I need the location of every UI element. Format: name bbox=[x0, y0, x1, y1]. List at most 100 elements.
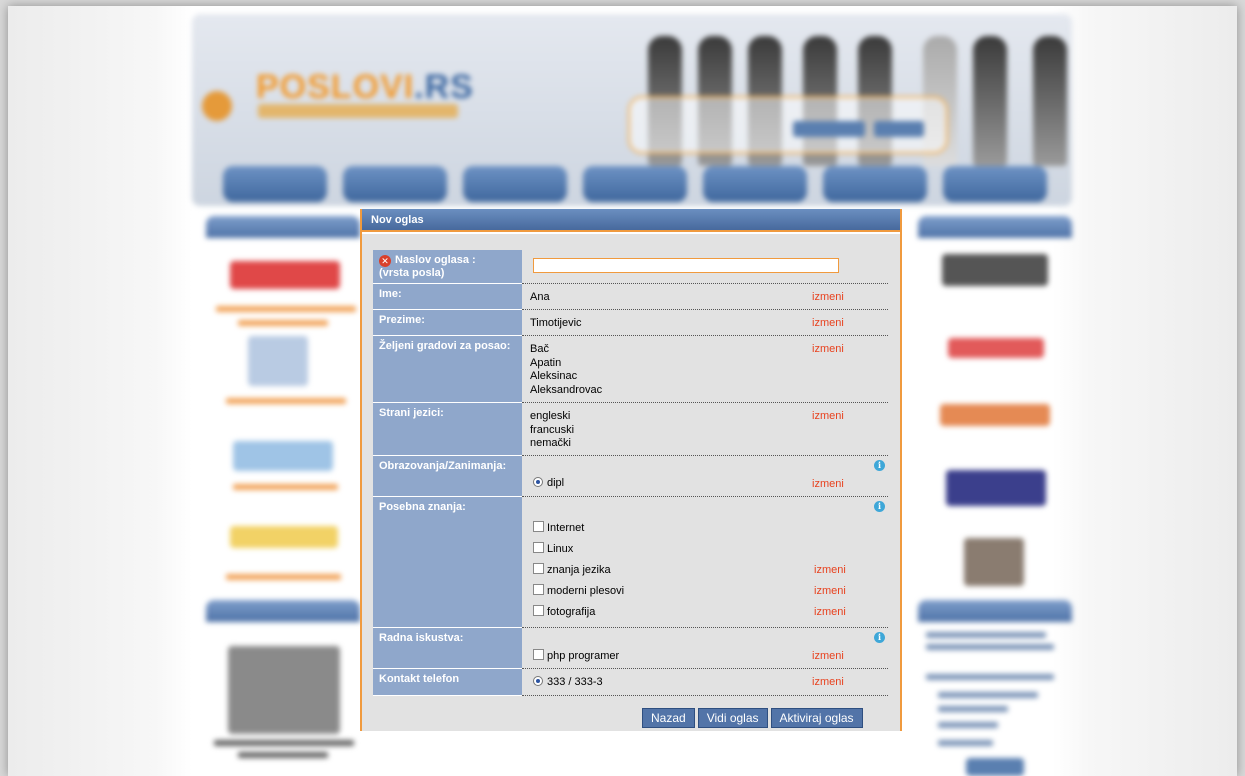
ad-caption bbox=[216, 306, 356, 312]
right-column-title-bar bbox=[918, 600, 1072, 622]
site-logo[interactable]: POSLOVI.RS bbox=[256, 68, 474, 107]
form-row-languages: Strani jezici: engleski francuski nemačk… bbox=[373, 403, 888, 456]
ad-caption bbox=[238, 320, 328, 326]
news-caption bbox=[214, 740, 354, 746]
edit-first-name-link[interactable]: izmeni bbox=[812, 291, 844, 303]
form-label-languages: Strani jezici: bbox=[373, 403, 522, 456]
header-person-figure bbox=[1033, 36, 1067, 166]
form-value-phone: 333 / 333-3 izmeni bbox=[522, 669, 888, 696]
company-logo[interactable] bbox=[948, 338, 1044, 358]
company-logo[interactable] bbox=[946, 470, 1046, 506]
checkbox[interactable] bbox=[533, 542, 544, 553]
ad-banner[interactable] bbox=[230, 526, 338, 548]
ad-form-table: ✕ Naslov oglasa : (vrsta posla) Ime: Ana … bbox=[373, 250, 888, 696]
edit-skill-link[interactable]: izmeni bbox=[814, 585, 846, 597]
first-name-value: Ana bbox=[530, 291, 550, 303]
radio-selected[interactable] bbox=[533, 477, 543, 487]
ad-caption bbox=[233, 484, 338, 490]
form-value-languages: engleski francuski nemački izmeni bbox=[522, 403, 888, 456]
education-option[interactable]: dipl bbox=[533, 477, 564, 489]
login-button[interactable] bbox=[793, 121, 865, 137]
skill-checkbox-item[interactable]: Linux bbox=[533, 542, 573, 555]
checkbox[interactable] bbox=[533, 521, 544, 532]
company-logo[interactable] bbox=[964, 538, 1024, 586]
form-label-first-name: Ime: bbox=[373, 284, 522, 310]
form-value-education: i dipl izmeni bbox=[522, 456, 888, 497]
nav-button[interactable] bbox=[823, 166, 927, 202]
error-x-icon: ✕ bbox=[379, 255, 391, 267]
checkbox[interactable] bbox=[533, 563, 544, 574]
nav-button[interactable] bbox=[223, 166, 327, 202]
edit-last-name-link[interactable]: izmeni bbox=[812, 317, 844, 329]
sidebar-link[interactable] bbox=[926, 674, 1054, 680]
logo-main-text: POSLOVI bbox=[256, 68, 415, 106]
phone-option[interactable]: 333 / 333-3 bbox=[533, 676, 603, 688]
skill-checkbox-item[interactable]: znanja jezika bbox=[533, 563, 611, 576]
form-value-title bbox=[522, 250, 888, 284]
form-label-work-experience: Radna iskustva: bbox=[373, 628, 522, 669]
form-row-cities: Željeni gradovi za posao: Bač Apatin Ale… bbox=[373, 336, 888, 403]
city-item: Apatin bbox=[530, 356, 562, 369]
form-row-first-name: Ime: Ana izmeni bbox=[373, 284, 888, 310]
form-actions: Nazad Vidi oglas Aktiviraj oglas bbox=[642, 708, 863, 728]
edit-cities-link[interactable]: izmeni bbox=[812, 343, 844, 357]
sidebar-link[interactable] bbox=[938, 722, 998, 728]
left-column-title-bar bbox=[206, 216, 360, 238]
panel-title: Nov oglas bbox=[362, 209, 900, 232]
sidebar-button[interactable] bbox=[966, 758, 1024, 776]
info-icon[interactable]: i bbox=[874, 460, 885, 471]
nav-button[interactable] bbox=[463, 166, 567, 202]
form-label-title: ✕ Naslov oglasa : (vrsta posla) bbox=[373, 250, 522, 284]
company-logo[interactable] bbox=[942, 254, 1048, 286]
sidebar-link[interactable] bbox=[938, 740, 993, 746]
language-item: francuski bbox=[530, 423, 575, 436]
last-name-value: Timotijevic bbox=[530, 317, 582, 329]
news-caption bbox=[238, 752, 328, 758]
activate-ad-button[interactable]: Aktiviraj oglas bbox=[770, 708, 863, 728]
form-label-phone: Kontakt telefon bbox=[373, 669, 522, 696]
sidebar-link[interactable] bbox=[938, 692, 1038, 698]
sidebar-text bbox=[926, 632, 1046, 638]
edit-education-link[interactable]: izmeni bbox=[812, 478, 844, 490]
form-row-last-name: Prezime: Timotijevic izmeni bbox=[373, 310, 888, 336]
logo-tagline-bar bbox=[258, 104, 458, 118]
form-label-education: Obrazovanja/Zanimanja: bbox=[373, 456, 522, 497]
checkbox[interactable] bbox=[533, 584, 544, 595]
panel-body: ✕ Naslov oglasa : (vrsta posla) Ime: Ana … bbox=[362, 234, 900, 731]
edit-skill-link[interactable]: izmeni bbox=[814, 564, 846, 576]
form-row-phone: Kontakt telefon 333 / 333-3 izmeni bbox=[373, 669, 888, 696]
info-icon[interactable]: i bbox=[874, 501, 885, 512]
edit-experience-link[interactable]: izmeni bbox=[812, 650, 844, 662]
sidebar-link[interactable] bbox=[938, 706, 1008, 712]
nav-button[interactable] bbox=[703, 166, 807, 202]
edit-languages-link[interactable]: izmeni bbox=[812, 410, 844, 424]
news-photo[interactable] bbox=[228, 646, 340, 734]
nav-button[interactable] bbox=[583, 166, 687, 202]
info-icon[interactable]: i bbox=[874, 632, 885, 643]
edit-phone-link[interactable]: izmeni bbox=[812, 676, 844, 688]
skill-checkbox-item[interactable]: fotografija bbox=[533, 605, 595, 618]
ad-banner[interactable] bbox=[230, 261, 340, 289]
experience-checkbox-item[interactable]: php programer bbox=[533, 649, 619, 662]
radio-selected[interactable] bbox=[533, 676, 543, 686]
nav-button[interactable] bbox=[343, 166, 447, 202]
company-logo[interactable] bbox=[940, 404, 1050, 426]
back-button[interactable]: Nazad bbox=[642, 708, 695, 728]
preview-ad-button[interactable]: Vidi oglas bbox=[697, 708, 768, 728]
checkbox[interactable] bbox=[533, 649, 544, 660]
header-person-figure bbox=[973, 36, 1007, 166]
right-column-title-bar bbox=[918, 216, 1072, 238]
register-button[interactable] bbox=[874, 121, 924, 137]
checkbox[interactable] bbox=[533, 605, 544, 616]
form-row-special-skills: Posebna znanja: i Internet Linux znanja … bbox=[373, 497, 888, 628]
edit-skill-link[interactable]: izmeni bbox=[814, 606, 846, 618]
ad-image[interactable] bbox=[233, 441, 333, 471]
title-label-line2: (vrsta posla) bbox=[379, 267, 445, 279]
title-label-line1: Naslov oglasa : bbox=[395, 254, 476, 266]
skill-checkbox-item[interactable]: Internet bbox=[533, 521, 584, 534]
ad-image[interactable] bbox=[248, 336, 308, 386]
city-item: Aleksinac bbox=[530, 370, 578, 382]
nav-button[interactable] bbox=[943, 166, 1047, 202]
ad-title-input[interactable] bbox=[533, 258, 839, 273]
skill-checkbox-item[interactable]: moderni plesovi bbox=[533, 584, 624, 597]
